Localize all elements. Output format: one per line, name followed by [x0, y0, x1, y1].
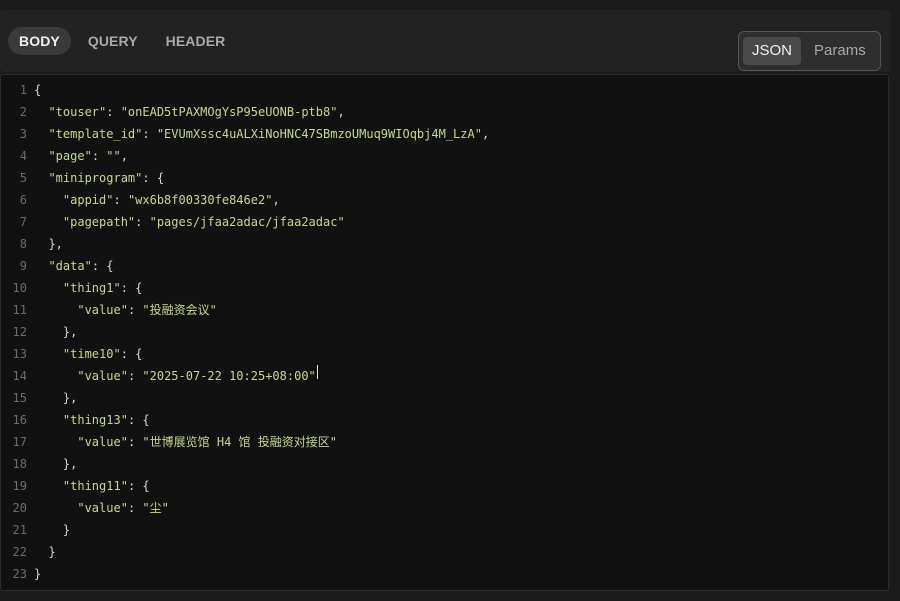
code-text: "thing11": { — [62, 479, 150, 493]
code-text: } — [34, 545, 56, 559]
line-number: 22 — [12, 545, 27, 559]
line-number: 19 — [12, 479, 27, 493]
code-line[interactable]: 2 "touser": "onEAD5tPAXMOgYsP95eUONB-ptb… — [1, 101, 888, 123]
line-number: 21 — [12, 523, 27, 537]
code-text: "data": { — [48, 259, 114, 273]
line-number: 11 — [12, 303, 27, 317]
code-text: "touser": "onEAD5tPAXMOgYsP95eUONB-ptb8"… — [48, 105, 345, 119]
line-number: 16 — [12, 413, 27, 427]
code-line[interactable]: 18 }, — [1, 453, 888, 475]
code-line[interactable]: 23} — [1, 563, 888, 585]
line-number: 13 — [12, 347, 27, 361]
code-text: }, — [34, 237, 63, 251]
code-line[interactable]: 10 "thing1": { — [1, 277, 888, 299]
code-text: "thing13": { — [62, 413, 150, 427]
code-text: "appid": "wx6b8f00330fe846e2", — [62, 193, 280, 207]
line-number: 3 — [19, 127, 27, 141]
code-line[interactable]: 15 }, — [1, 387, 888, 409]
code-text: "pagepath": "pages/jfaa2adac/jfaa2adac" — [62, 215, 345, 229]
request-body-panel: BODY QUERY HEADER JSON Params 1{2 "touse… — [0, 0, 900, 601]
code-line[interactable]: 8 }, — [1, 233, 888, 255]
line-number: 1 — [19, 83, 27, 97]
code-line[interactable]: 6 "appid": "wx6b8f00330fe846e2", — [1, 189, 888, 211]
code-line[interactable]: 9 "data": { — [1, 255, 888, 277]
tab-body[interactable]: BODY — [8, 27, 71, 55]
code-text: "miniprogram": { — [48, 171, 165, 185]
code-line[interactable]: 22 } — [1, 541, 888, 563]
code-line[interactable]: 7 "pagepath": "pages/jfaa2adac/jfaa2adac… — [1, 211, 888, 233]
line-number: 12 — [12, 325, 27, 339]
code-line[interactable]: 19 "thing11": { — [1, 475, 888, 497]
code-text: "template_id": "EVUmXssc4uALXiNoHNC47SBm… — [48, 127, 490, 141]
code-line[interactable]: 17 "value": "世博展览馆 H4 馆 投融资对接区" — [1, 431, 888, 453]
toolbar: BODY QUERY HEADER JSON Params — [0, 10, 890, 72]
code-text: { — [34, 83, 42, 97]
json-editor[interactable]: 1{2 "touser": "onEAD5tPAXMOgYsP95eUONB-p… — [0, 74, 889, 591]
params-mode-button[interactable]: Params — [805, 37, 875, 65]
line-number: 7 — [19, 215, 27, 229]
code-lines: 1{2 "touser": "onEAD5tPAXMOgYsP95eUONB-p… — [1, 79, 888, 585]
line-number: 10 — [12, 281, 27, 295]
text-cursor — [316, 365, 318, 379]
code-text: "thing1": { — [62, 281, 143, 295]
code-line[interactable]: 11 "value": "投融资会议" — [1, 299, 888, 321]
code-text: "time10": { — [62, 347, 143, 361]
line-number: 5 — [19, 171, 27, 185]
line-number: 18 — [12, 457, 27, 471]
line-number: 2 — [19, 105, 27, 119]
line-number: 20 — [12, 501, 27, 515]
code-text: }, — [34, 325, 78, 339]
code-text: "value": "投融资会议" — [77, 303, 217, 317]
code-line[interactable]: 4 "page": "", — [1, 145, 888, 167]
code-text: } — [34, 567, 42, 581]
code-text: "value": "世博展览馆 H4 馆 投融资对接区" — [77, 435, 337, 449]
request-tabs: BODY QUERY HEADER — [8, 27, 236, 55]
code-text: "value": "尘" — [77, 501, 169, 515]
code-line[interactable]: 16 "thing13": { — [1, 409, 888, 431]
code-line[interactable]: 5 "miniprogram": { — [1, 167, 888, 189]
line-number: 4 — [19, 149, 27, 163]
tab-query[interactable]: QUERY — [77, 27, 149, 55]
code-text: }, — [34, 457, 78, 471]
code-text: }, — [34, 391, 78, 405]
code-line[interactable]: 14 "value": "2025-07-22 10:25+08:00" — [1, 365, 888, 387]
line-number: 23 — [12, 567, 27, 581]
code-text: "page": "", — [48, 149, 128, 163]
code-line[interactable]: 20 "value": "尘" — [1, 497, 888, 519]
line-number: 17 — [12, 435, 27, 449]
line-number: 8 — [19, 237, 27, 251]
code-line[interactable]: 1{ — [1, 79, 888, 101]
code-line[interactable]: 3 "template_id": "EVUmXssc4uALXiNoHNC47S… — [1, 123, 888, 145]
json-mode-button[interactable]: JSON — [743, 37, 802, 65]
line-number: 14 — [12, 369, 27, 383]
code-line[interactable]: 12 }, — [1, 321, 888, 343]
code-text: } — [34, 523, 71, 537]
code-line[interactable]: 13 "time10": { — [1, 343, 888, 365]
code-line[interactable]: 21 } — [1, 519, 888, 541]
body-mode-toggle: JSON Params — [738, 31, 881, 71]
code-text: "value": "2025-07-22 10:25+08:00" — [77, 369, 316, 383]
line-number: 15 — [12, 391, 27, 405]
line-number: 9 — [19, 259, 27, 273]
line-number: 6 — [19, 193, 27, 207]
tab-header[interactable]: HEADER — [155, 27, 237, 55]
